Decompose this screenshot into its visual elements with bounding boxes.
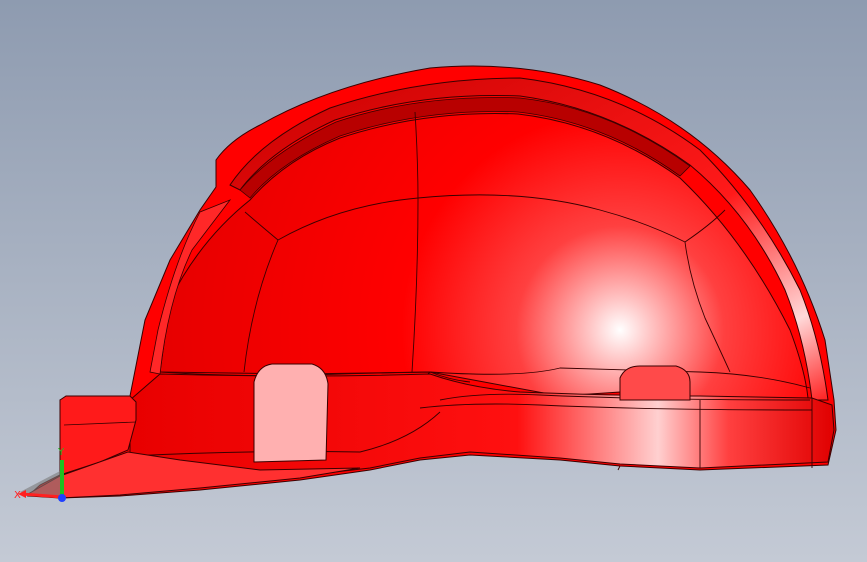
axis-triad: X Y — [14, 447, 66, 502]
x-axis-label: X — [14, 490, 21, 501]
z-axis-origin — [58, 494, 66, 502]
y-axis-label: Y — [57, 447, 65, 458]
3d-viewport[interactable]: X Y — [0, 0, 867, 562]
